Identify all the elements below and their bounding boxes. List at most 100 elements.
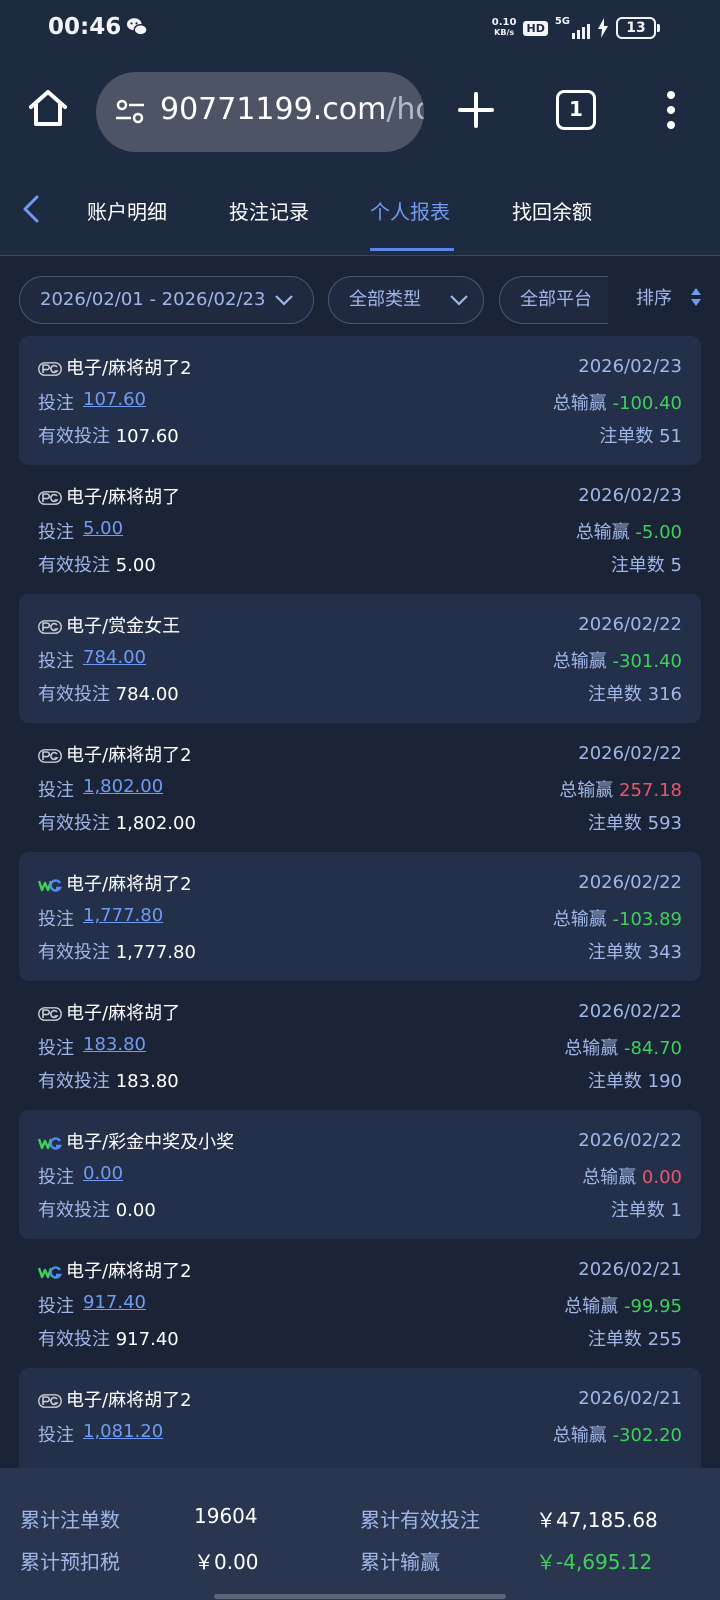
browser-toolbar: 90771199.com/ho 1	[0, 56, 720, 166]
status-bar: 00:46 0.10 KB/s HD 5G 13	[0, 0, 720, 56]
tab-switcher-icon[interactable]: 1	[556, 90, 596, 130]
url-path: /ho	[386, 92, 424, 127]
report-card[interactable]: 电子/麻将胡了2 2026/02/22 投注 1,777.80 总输赢 -103.89 有…	[19, 852, 701, 981]
address-bar[interactable]: 90771199.com/ho	[96, 72, 424, 152]
bet-label: 投注	[38, 1296, 74, 1317]
total-win: 总输赢 0.00	[582, 1163, 682, 1189]
url-text[interactable]: 90771199.com/ho	[160, 92, 424, 127]
total-win-value: -5.00	[635, 522, 682, 543]
total-win-label: 总输赢	[552, 1425, 613, 1446]
valid-bet-label: 有效投注	[38, 684, 116, 705]
url-domain: 90771199.com	[160, 92, 387, 127]
date-range-value: 2026/02/01 - 2026/02/23	[40, 289, 266, 310]
plus-icon[interactable]	[456, 90, 496, 130]
valid-bet-value: 107.60	[115, 426, 179, 447]
date-range-filter[interactable]: 2026/02/01 - 2026/02/23	[19, 276, 314, 324]
bet-amount-link[interactable]: 107.60	[83, 389, 146, 410]
pg-logo-icon	[38, 620, 62, 634]
active-tab-indicator	[370, 248, 454, 251]
battery-icon: 13	[616, 17, 660, 39]
bet-amount-link[interactable]: 917.40	[83, 1292, 146, 1313]
report-card[interactable]: 电子/麻将胡了2 2026/02/22 投注 1,802.00 总输赢 257.18 有效…	[19, 723, 701, 852]
tab-personal-report[interactable]: 个人报表	[370, 196, 450, 256]
bet-label: 投注	[38, 780, 74, 801]
valid-bet-label: 有效投注	[38, 1071, 116, 1092]
total-win: 总输赢 -99.95	[564, 1292, 682, 1318]
type-filter[interactable]: 全部类型	[328, 276, 484, 324]
valid-bet: 有效投注 107.60	[38, 422, 179, 448]
valid-bet-value: 1,777.80	[115, 942, 196, 963]
total-win-value: 257.18	[619, 780, 682, 801]
report-card[interactable]: 电子/麻将胡了 2026/02/22 投注 183.80 总输赢 -84.70 有效投注 …	[19, 981, 701, 1110]
valid-bet: 有效投注 1,777.80	[38, 938, 196, 964]
bet-amount-link[interactable]: 784.00	[83, 647, 146, 668]
wg-logo-icon	[38, 1137, 62, 1150]
valid-bet-label: 有效投注	[38, 426, 116, 447]
back-arrow-icon[interactable]	[18, 194, 44, 224]
game-name: 电子/麻将胡了2	[66, 1390, 192, 1411]
total-win-label: 总输赢	[552, 651, 613, 672]
total-win: 总输赢 -301.40	[553, 647, 682, 673]
game-name: 电子/彩金中奖及小奖	[66, 1132, 235, 1153]
battery-level: 13	[616, 17, 656, 39]
report-card[interactable]: 电子/麻将胡了2 2026/02/23 投注 107.60 总输赢 -100.40 有效投…	[19, 336, 701, 465]
filter-row: 2026/02/01 - 2026/02/23 全部类型 全部平台 排序	[0, 256, 720, 336]
bet-label: 投注	[38, 1038, 74, 1059]
valid-bet-value: 784.00	[115, 684, 179, 705]
total-win-label: 总输赢	[552, 909, 613, 930]
record-date: 2026/02/22	[578, 1001, 682, 1022]
home-icon[interactable]	[26, 86, 70, 130]
total-win-value: -302.20	[612, 1425, 682, 1446]
record-date: 2026/02/23	[578, 485, 682, 506]
tab-account-details[interactable]: 账户明细	[87, 196, 167, 256]
total-win-value: 0.00	[641, 1167, 682, 1188]
pg-logo-icon	[38, 491, 62, 505]
status-time: 00:46	[48, 14, 122, 40]
charging-icon	[598, 18, 608, 38]
report-card[interactable]: 电子/麻将胡了2 2026/02/21 投注 1,081.20 总输赢 -302.20	[19, 1368, 701, 1468]
net-speed-value: 0.10	[491, 17, 517, 28]
more-vert-icon[interactable]	[656, 88, 686, 132]
report-card[interactable]: 电子/麻将胡了2 2026/02/21 投注 917.40 总输赢 -99.95 有效投注…	[19, 1239, 701, 1368]
bet-amount-link[interactable]: 0.00	[83, 1163, 123, 1184]
valid-bet-label: 有效投注	[38, 813, 116, 834]
bet-label: 投注	[38, 909, 74, 930]
game-name: 电子/麻将胡了2	[66, 874, 192, 895]
tab-recover-balance[interactable]: 找回余额	[512, 196, 592, 256]
bet-amount-link[interactable]: 5.00	[83, 518, 123, 539]
bet-amount-link[interactable]: 1,802.00	[83, 776, 163, 797]
tune-icon[interactable]	[114, 96, 146, 128]
report-card[interactable]: 电子/赏金女王 2026/02/22 投注 784.00 总输赢 -301.40 有效投注…	[19, 594, 701, 723]
total-win-label: 总输赢	[575, 522, 636, 543]
report-list: 电子/麻将胡了2 2026/02/23 投注 107.60 总输赢 -100.40 有效投…	[0, 336, 720, 1468]
total-win-value: -100.40	[612, 393, 682, 414]
report-card[interactable]: 电子/彩金中奖及小奖 2026/02/22 投注 0.00 总输赢 0.00 有效投注 0…	[19, 1110, 701, 1239]
total-win: 总输赢 -5.00	[576, 518, 682, 544]
total-win-label: 总输赢	[559, 780, 620, 801]
record-date: 2026/02/22	[578, 743, 682, 764]
tax-label: 累计预扣税	[20, 1550, 120, 1574]
total-orders-label: 累计注单数	[20, 1508, 120, 1532]
valid-bet-label: 有效投注	[38, 942, 116, 963]
bet-label: 投注	[38, 1425, 74, 1446]
status-indicators: 0.10 KB/s HD 5G 13	[492, 14, 660, 42]
bet-label: 投注	[38, 393, 74, 414]
wechat-icon	[126, 18, 148, 36]
total-win-value: -103.89	[612, 909, 682, 930]
pg-logo-icon	[38, 1007, 62, 1021]
sort-icon[interactable]	[690, 286, 702, 308]
chevron-down-icon	[275, 295, 293, 306]
valid-bet-label: 有效投注	[38, 555, 116, 576]
tax-value: ￥0.00	[194, 1550, 259, 1574]
home-indicator[interactable]	[214, 1594, 506, 1599]
tab-bet-records[interactable]: 投注记录	[229, 196, 309, 256]
sort-button[interactable]: 排序	[636, 284, 672, 310]
bet-amount-link[interactable]: 1,081.20	[83, 1421, 163, 1442]
bet-amount-link[interactable]: 183.80	[83, 1034, 146, 1055]
bet-amount-link[interactable]: 1,777.80	[83, 905, 163, 926]
report-card[interactable]: 电子/麻将胡了 2026/02/23 投注 5.00 总输赢 -5.00 有效投注 5.0…	[19, 465, 701, 594]
hd-badge: HD	[523, 20, 548, 36]
net-speed: 0.10 KB/s	[492, 18, 517, 38]
game-name: 电子/麻将胡了2	[66, 358, 192, 379]
valid-bet: 有效投注 183.80	[38, 1067, 179, 1093]
